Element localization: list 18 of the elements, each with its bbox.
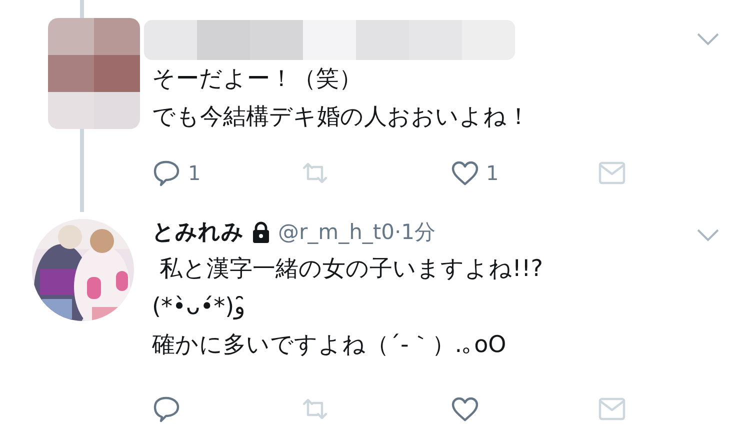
handle-and-time: @r_m_h_t0·1分 (278, 219, 436, 246)
heart-icon (450, 159, 480, 187)
reply-icon (152, 395, 182, 423)
reply-button[interactable] (152, 394, 182, 424)
user-name[interactable]: とみれみ (152, 217, 244, 247)
heart-button[interactable]: 1 (450, 158, 499, 188)
tweet-text: (*•̀ᴗ•́*)و ̑̑ (152, 293, 254, 322)
envelope-icon (597, 159, 627, 187)
tweet-text: 確かに多いですよね（´-｀）.｡oO (152, 331, 508, 360)
envelope-icon (597, 395, 627, 423)
tweet-text: そーだよー！（笑） (152, 65, 363, 94)
tweet-text: でも今結構デキ婚の人おおいよね！ (152, 103, 531, 132)
reply-icon (152, 159, 182, 187)
heart-icon (450, 395, 480, 423)
dropdown-chevron-icon[interactable] (696, 32, 720, 46)
dropdown-chevron-icon[interactable] (696, 228, 720, 242)
tweet-text: 私と漢字一緒の女の子いますよね!!? (158, 255, 544, 284)
reply-button[interactable]: 1 (152, 158, 201, 188)
